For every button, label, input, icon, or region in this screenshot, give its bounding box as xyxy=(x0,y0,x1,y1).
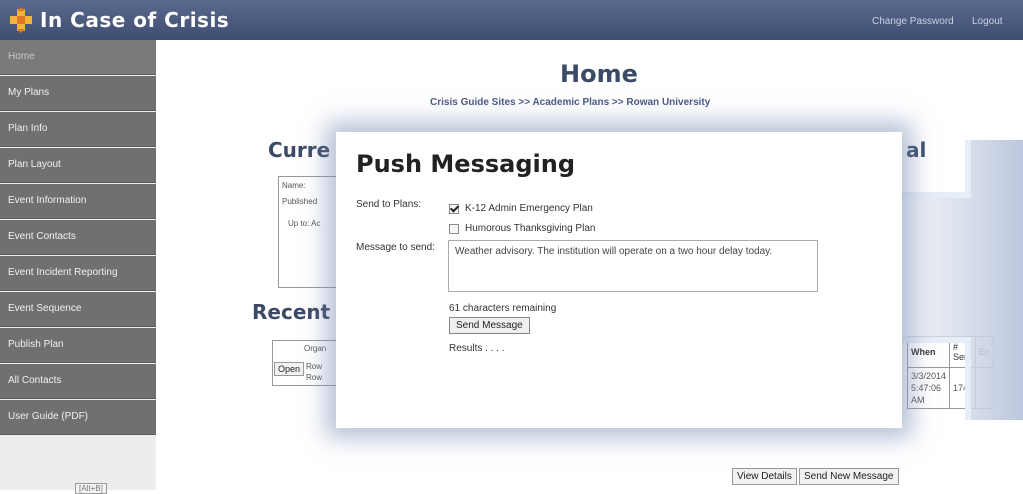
breadcrumb[interactable]: Crisis Guide Sites >> Academic Plans >> … xyxy=(430,97,710,108)
plan-option-thanksgiving[interactable]: Humorous Thanksgiving Plan xyxy=(449,223,595,234)
current-plan-published: Published xyxy=(282,197,318,206)
current-plan-name: Name: xyxy=(282,181,306,190)
push-messaging-dialog: Push Messaging Send to Plans: K-12 Admin… xyxy=(336,132,902,428)
send-to-plans-label: Send to Plans: xyxy=(356,199,422,210)
send-new-message-button[interactable]: Send New Message xyxy=(799,468,899,485)
recent-row-1: Row xyxy=(306,362,323,371)
app-header: In Case of Crisis Change Password Logout xyxy=(0,0,1023,40)
sidebar-item-all-contacts[interactable]: All Contacts xyxy=(0,364,156,399)
sidebar-item-event-sequence[interactable]: Event Sequence xyxy=(0,292,156,327)
sidebar-item-home[interactable]: Home xyxy=(0,40,156,75)
sidebar: Home My Plans Plan Info Plan Layout Even… xyxy=(0,40,156,490)
chars-remaining: 61 characters remaining xyxy=(449,303,557,314)
open-button[interactable]: Open xyxy=(274,362,305,376)
sidebar-item-event-information[interactable]: Event Information xyxy=(0,184,156,219)
app-title: In Case of Crisis xyxy=(40,8,230,32)
plan-checkbox-k12[interactable] xyxy=(449,203,459,214)
plan-label-k12: K-12 Admin Emergency Plan xyxy=(465,203,593,214)
recent-org-label: Organ xyxy=(304,344,327,353)
current-plan-box xyxy=(278,176,340,288)
message-textarea[interactable]: Weather advisory. The institution will o… xyxy=(448,240,818,292)
change-password-link[interactable]: Change Password xyxy=(872,16,954,27)
logout-link[interactable]: Logout xyxy=(972,16,1003,27)
sidebar-item-plan-layout[interactable]: Plan Layout xyxy=(0,148,156,183)
plan-checkbox-thanksgiving[interactable] xyxy=(449,223,459,234)
current-plan-up-to: Up to: Ac xyxy=(288,219,321,228)
sidebar-item-event-contacts[interactable]: Event Contacts xyxy=(0,220,156,255)
send-message-button[interactable]: Send Message xyxy=(449,317,530,334)
logo-icon xyxy=(10,7,32,33)
results-text: Results . . . . xyxy=(449,343,505,354)
sidebar-item-my-plans[interactable]: My Plans xyxy=(0,76,156,111)
sidebar-item-user-guide[interactable]: User Guide (PDF) xyxy=(0,400,156,435)
plan-option-k12[interactable]: K-12 Admin Emergency Plan xyxy=(449,203,593,214)
current-plans-heading: Curre xyxy=(268,138,331,162)
sidebar-item-event-incident-reporting[interactable]: Event Incident Reporting xyxy=(0,256,156,291)
page-title: Home xyxy=(560,60,638,88)
plan-label-thanksgiving: Humorous Thanksgiving Plan xyxy=(465,223,596,234)
recent-heading: Recent xyxy=(252,300,331,324)
message-label: Message to send: xyxy=(356,242,435,253)
hotkey-hint: [Alt+B] xyxy=(75,483,107,494)
sidebar-item-plan-info[interactable]: Plan Info xyxy=(0,112,156,147)
sidebar-item-publish-plan[interactable]: Publish Plan xyxy=(0,328,156,363)
view-details-button[interactable]: View Details xyxy=(732,468,797,485)
recent-row-2: Row xyxy=(306,373,323,382)
dialog-title: Push Messaging xyxy=(356,150,575,178)
